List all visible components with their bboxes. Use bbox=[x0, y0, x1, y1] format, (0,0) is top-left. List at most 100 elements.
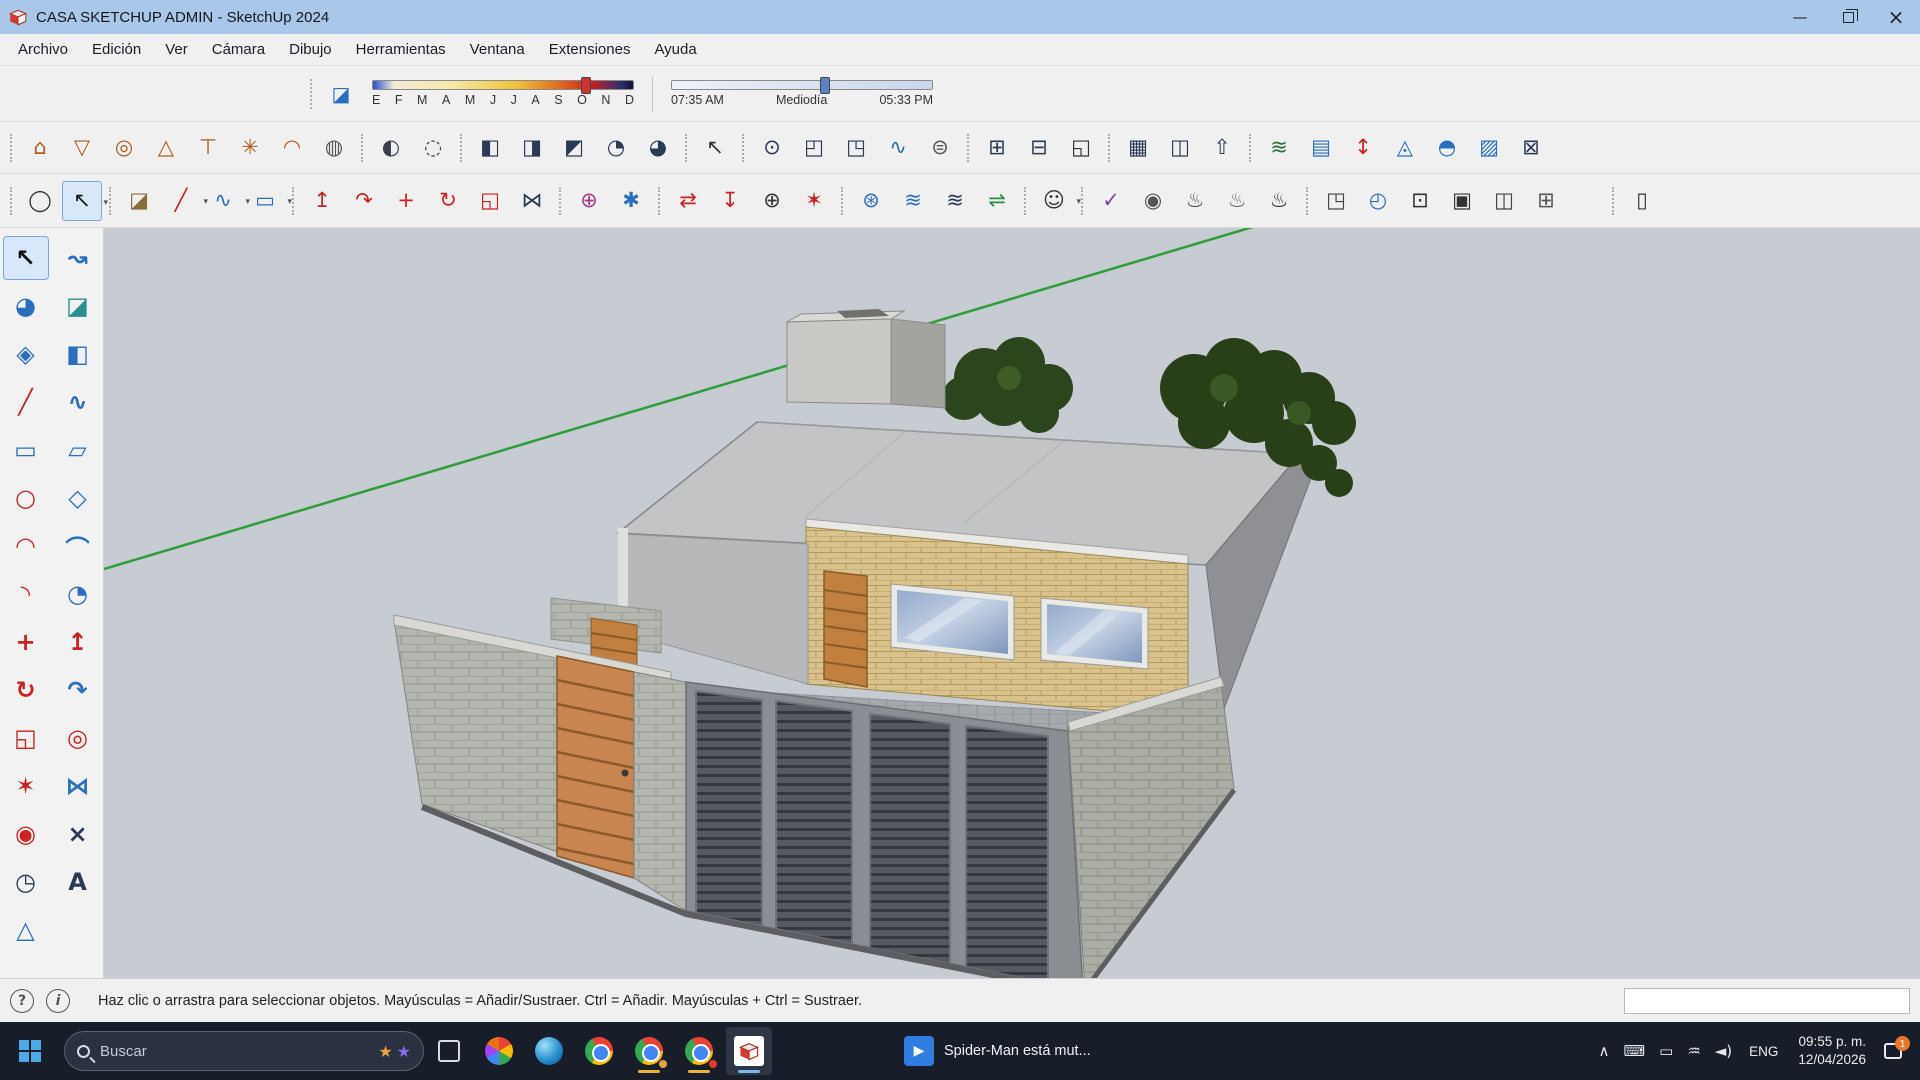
network-icon[interactable]: ♒ bbox=[1687, 1042, 1700, 1060]
sandbox-tool[interactable]: △ bbox=[3, 908, 49, 952]
restore-button[interactable] bbox=[1824, 0, 1872, 34]
section-box-icon[interactable]: ⊟ bbox=[1019, 128, 1059, 168]
rotate-tool[interactable]: ↻ bbox=[3, 668, 49, 712]
box-front-icon[interactable]: ◰ bbox=[794, 128, 834, 168]
keyboard-icon[interactable]: ⌨ bbox=[1623, 1042, 1645, 1060]
person-icon[interactable]: ☺▾ bbox=[1034, 181, 1074, 221]
freehand-tool[interactable]: ∿ bbox=[55, 380, 101, 424]
chrome-button-2[interactable] bbox=[626, 1027, 672, 1075]
menu-extensiones[interactable]: Extensiones bbox=[537, 34, 643, 65]
view-top-icon[interactable]: ◨ bbox=[512, 128, 552, 168]
hidden-icons-caret[interactable]: ∧ bbox=[1598, 1042, 1609, 1060]
scale-tool[interactable]: ◱ bbox=[3, 716, 49, 760]
grid-table-icon[interactable]: ▦ bbox=[1118, 128, 1158, 168]
swirl-tool-icon[interactable]: ✱ bbox=[611, 181, 651, 221]
shadow-date-handle[interactable] bbox=[581, 77, 591, 94]
rotate-tool-icon[interactable]: ↻ bbox=[428, 181, 468, 221]
pin-tool-icon[interactable]: ⊤ bbox=[188, 128, 228, 168]
terrain-wave-icon[interactable]: ≋ bbox=[1259, 128, 1299, 168]
funnel-tool-icon[interactable]: ▽ bbox=[62, 128, 102, 168]
clock-history-icon[interactable]: ◴ bbox=[1358, 181, 1398, 221]
battery-icon[interactable]: ▭ bbox=[1659, 1042, 1673, 1060]
plan-sheet-icon[interactable]: ◱ bbox=[1061, 128, 1101, 168]
axes-tool[interactable]: ✶ bbox=[3, 764, 49, 808]
cone-tool-icon[interactable]: △ bbox=[146, 128, 186, 168]
view-front-icon[interactable]: ◩ bbox=[554, 128, 594, 168]
wave-tool-icon[interactable]: ∿ bbox=[878, 128, 918, 168]
window-panel-icon[interactable]: ▣ bbox=[1442, 181, 1482, 221]
viewport-3d-model[interactable] bbox=[104, 228, 1920, 978]
dome-tool-icon[interactable]: ◠ bbox=[272, 128, 312, 168]
new-document-icon[interactable]: ▯ bbox=[1622, 181, 1662, 221]
shadow-time-handle[interactable] bbox=[820, 77, 830, 94]
menu-archivo[interactable]: Archivo bbox=[6, 34, 80, 65]
frame-export-icon[interactable]: ◳ bbox=[1316, 181, 1356, 221]
eraser-tool[interactable]: ◪ bbox=[55, 284, 101, 328]
style-sphere-2-icon[interactable]: ◕ bbox=[638, 128, 678, 168]
chrome-button-3[interactable] bbox=[676, 1027, 722, 1075]
slide-panel-icon[interactable]: ◫ bbox=[1484, 181, 1524, 221]
volume-icon[interactable]: ◄) bbox=[1715, 1042, 1732, 1060]
shadow-date-slider[interactable] bbox=[372, 80, 634, 90]
select-tool-icon[interactable]: ↖▾ bbox=[62, 181, 102, 221]
text-tool[interactable]: A bbox=[55, 860, 101, 904]
scale-tool-icon[interactable]: ◱ bbox=[470, 181, 510, 221]
sphere-tool-icon[interactable]: ◍ bbox=[314, 128, 354, 168]
flip-vertical-icon[interactable]: ↕ bbox=[1343, 128, 1383, 168]
paint-sphere-tool[interactable]: ◕ bbox=[3, 284, 49, 328]
terrain-grid-icon[interactable]: ▤ bbox=[1301, 128, 1341, 168]
rectangle-tool-icon[interactable]: ▭▾ bbox=[245, 181, 285, 221]
teapot-2-icon[interactable]: ♨ bbox=[1217, 181, 1257, 221]
check-circle-icon[interactable]: ✓ bbox=[1091, 181, 1131, 221]
anchor-tool-icon[interactable]: ↧ bbox=[710, 181, 750, 221]
pinwheel-app-button[interactable] bbox=[476, 1027, 522, 1075]
shadow-time-slider[interactable] bbox=[671, 80, 933, 90]
layout-frames-icon[interactable]: ◫ bbox=[1160, 128, 1200, 168]
dome-terrain-icon[interactable]: ◓ bbox=[1427, 128, 1467, 168]
freehand-tool-icon[interactable]: ∿▾ bbox=[203, 181, 243, 221]
two-point-arc-tool[interactable]: ⌒ bbox=[55, 524, 101, 568]
layers-stack-icon[interactable]: ≋ bbox=[893, 181, 933, 221]
info-icon[interactable]: i bbox=[46, 989, 70, 1013]
line-tool[interactable]: ╱ bbox=[3, 380, 49, 424]
notification-center-button[interactable]: 1 bbox=[1876, 1034, 1910, 1068]
grid-box-icon[interactable]: ⊞ bbox=[977, 128, 1017, 168]
polygon-tool[interactable]: ◇ bbox=[55, 476, 101, 520]
stamp-terrain-icon[interactable]: ◬ bbox=[1385, 128, 1425, 168]
chrome-button-1[interactable] bbox=[576, 1027, 622, 1075]
geolocation-icon[interactable]: ? bbox=[10, 989, 34, 1013]
mirror-tool[interactable]: ⋈ bbox=[55, 764, 101, 808]
eraser-tool-icon[interactable]: ◪ bbox=[119, 181, 159, 221]
stamp-tool[interactable]: ◈ bbox=[3, 332, 49, 376]
toolbar-drag-handle[interactable] bbox=[310, 79, 316, 109]
zoom-plus-icon[interactable]: ⊕ bbox=[752, 181, 792, 221]
close-button[interactable]: × bbox=[1872, 0, 1920, 34]
face-style-shaded-icon[interactable]: ◐ bbox=[371, 128, 411, 168]
star-tool-icon[interactable]: ✳ bbox=[230, 128, 270, 168]
edge-button[interactable] bbox=[526, 1027, 572, 1075]
hand-cursor-icon[interactable]: ↖ bbox=[695, 128, 735, 168]
arc-tool[interactable]: ◠ bbox=[3, 524, 49, 568]
position-camera-tool[interactable]: ◉ bbox=[3, 812, 49, 856]
lock-frame-icon[interactable]: ⊞ bbox=[1526, 181, 1566, 221]
menu-edicion[interactable]: Edición bbox=[80, 34, 153, 65]
language-indicator[interactable]: ENG bbox=[1749, 1044, 1778, 1059]
swap-arrows-icon[interactable]: ⇌ bbox=[977, 181, 1017, 221]
follow-me-tool-icon[interactable]: ↷ bbox=[344, 181, 384, 221]
drape-tool-icon[interactable]: ⊜ bbox=[920, 128, 960, 168]
grid-diagonal-icon[interactable]: ▨ bbox=[1469, 128, 1509, 168]
select-tool[interactable]: ↖ bbox=[3, 236, 49, 280]
teapot-1-icon[interactable]: ♨ bbox=[1175, 181, 1215, 221]
geo-location-icon[interactable]: ⊛ bbox=[851, 181, 891, 221]
mirror-tool-icon[interactable]: ⋈ bbox=[512, 181, 552, 221]
measurements-input[interactable] bbox=[1624, 988, 1910, 1014]
lasso-tool[interactable]: ↝ bbox=[55, 236, 101, 280]
shadow-settings-icon[interactable]: ◪ bbox=[324, 77, 358, 111]
line-tool-icon[interactable]: ╱▾ bbox=[161, 181, 201, 221]
camera-goggles-icon[interactable]: ⊙ bbox=[752, 128, 792, 168]
circle-tool[interactable]: ○ bbox=[3, 476, 49, 520]
taskbar-search[interactable]: ★ ★ bbox=[64, 1031, 424, 1071]
box-back-icon[interactable]: ◳ bbox=[836, 128, 876, 168]
style-sphere-1-icon[interactable]: ◔ bbox=[596, 128, 636, 168]
rotated-rectangle-tool[interactable]: ▱ bbox=[55, 428, 101, 472]
